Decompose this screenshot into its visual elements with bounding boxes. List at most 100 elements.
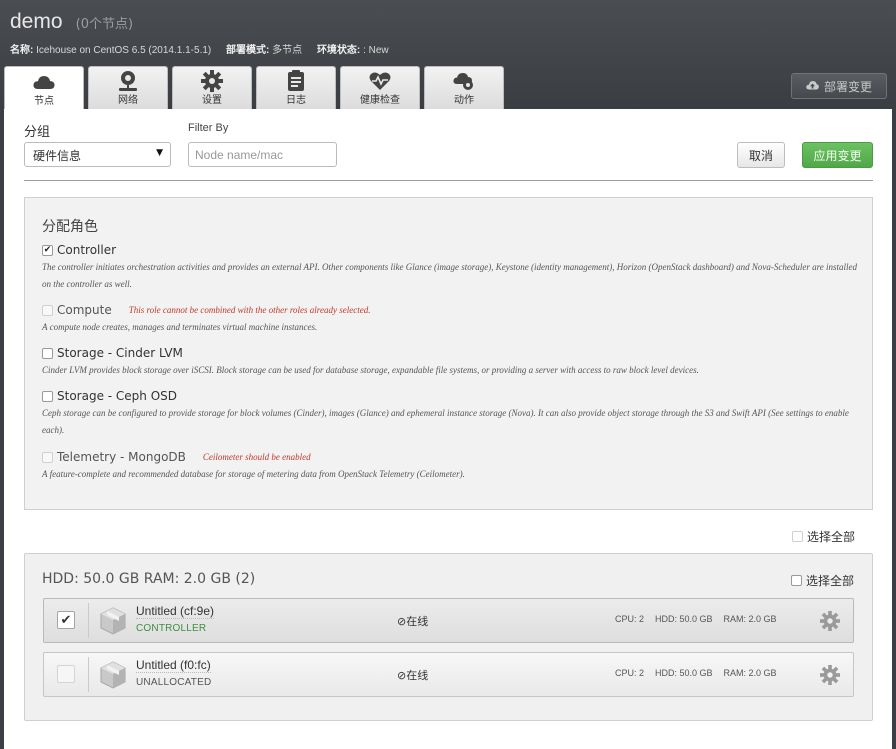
node-name-text: Untitled (cf:9e) bbox=[136, 604, 215, 619]
deploy-changes-button[interactable]: 部署变更 bbox=[791, 73, 887, 99]
network-icon bbox=[117, 70, 139, 92]
caret-down-icon: ▼ bbox=[156, 148, 163, 158]
online-icon: ⊘ bbox=[397, 669, 407, 682]
online-icon: ⊘ bbox=[397, 615, 407, 628]
group-label: 分组 bbox=[24, 125, 51, 140]
server-box-icon bbox=[100, 607, 126, 635]
tab-label: 设置 bbox=[202, 95, 222, 106]
tab-label: 健康检查 bbox=[360, 95, 400, 106]
tab-network[interactable]: 网络 bbox=[88, 66, 168, 109]
node-count: (0个节点) bbox=[75, 17, 134, 32]
tab-bar: 节点 网络 设置 日志 健康检查 动作 bbox=[4, 66, 508, 110]
select-all-group[interactable]: 选择全部 bbox=[791, 572, 854, 589]
role-warning: This role cannot be combined with the ot… bbox=[128, 305, 371, 315]
select-all-nodes[interactable]: 选择全部 bbox=[792, 528, 855, 545]
actions-icon bbox=[453, 70, 475, 92]
node-group: HDD: 50.0 GB RAM: 2.0 GB (2) 选择全部 ✔ Unti… bbox=[24, 553, 873, 721]
checkbox-checked-icon[interactable]: ✔ bbox=[42, 244, 53, 256]
tab-label: 节点 bbox=[34, 96, 54, 107]
role-telemetry-mongodb: Telemetry - MongoDB Ceilometer should be… bbox=[42, 450, 862, 483]
checkbox-icon[interactable] bbox=[42, 390, 53, 402]
node-checkbox-checked[interactable]: ✔ bbox=[57, 611, 75, 629]
filter-label: Filter By bbox=[188, 122, 229, 134]
log-icon bbox=[285, 70, 307, 92]
environment-name: demo bbox=[10, 10, 63, 33]
tab-actions[interactable]: 动作 bbox=[424, 66, 504, 109]
filter-placeholder: Node name/mac bbox=[195, 148, 284, 162]
node-checkbox[interactable] bbox=[57, 665, 75, 683]
node-status-text: 在线 bbox=[406, 615, 429, 628]
server-box-icon bbox=[100, 661, 126, 689]
node-ram: RAM: 2.0 GB bbox=[723, 614, 777, 624]
node-status: ⊘在线 bbox=[397, 667, 428, 683]
apply-changes-button[interactable]: 应用变更 bbox=[802, 142, 873, 168]
role-description: A compute node creates, manages and term… bbox=[42, 322, 318, 332]
roles-title: 分配角色 bbox=[42, 219, 98, 235]
assign-roles-panel: 分配角色 ✔ Controller The controller initiat… bbox=[24, 197, 873, 510]
node-row[interactable]: ✔ Untitled (cf:9e) CONTROLLER ⊘在线 CPU: 2… bbox=[43, 598, 854, 643]
filter-input[interactable]: Node name/mac bbox=[188, 142, 337, 167]
node-row[interactable]: Untitled (f0:fc) UNALLOCATED ⊘在线 CPU: 2 H… bbox=[43, 652, 854, 697]
cloud-icon bbox=[33, 71, 55, 93]
tab-settings[interactable]: 设置 bbox=[172, 66, 252, 109]
checkbox-icon[interactable] bbox=[42, 347, 53, 359]
select-all-label: 选择全部 bbox=[806, 574, 855, 588]
node-role: CONTROLLER bbox=[136, 623, 207, 634]
role-description: The controller initiates orchestration a… bbox=[42, 262, 858, 289]
cancel-button[interactable]: 取消 bbox=[737, 142, 785, 168]
nodes-panel: 分组 Filter By 硬件信息 ▼ Node name/mac 取消 应用变… bbox=[4, 109, 892, 749]
node-name-text: Untitled (f0:fc) bbox=[136, 658, 211, 673]
role-description: A feature-complete and recommended datab… bbox=[42, 469, 465, 479]
node-specs: CPU: 2 HDD: 50.0 GB RAM: 2.0 GB bbox=[615, 668, 788, 678]
node-name: Untitled (f0:fc) bbox=[136, 658, 211, 673]
role-compute: Compute This role cannot be combined wit… bbox=[42, 303, 862, 336]
checkbox-disabled-icon bbox=[42, 304, 53, 316]
node-group-title: HDD: 50.0 GB RAM: 2.0 GB (2) bbox=[42, 571, 256, 587]
name-value: Icehouse on CentOS 6.5 (2014.1.1-5.1) bbox=[36, 45, 212, 56]
role-name: Compute bbox=[57, 303, 112, 317]
tab-nodes[interactable]: 节点 bbox=[4, 66, 84, 110]
node-cpu: CPU: 2 bbox=[615, 614, 645, 624]
role-checkbox-label: Compute This role cannot be combined wit… bbox=[42, 303, 862, 317]
role-name: Storage - Ceph OSD bbox=[57, 389, 178, 403]
status-value: : New bbox=[363, 45, 389, 56]
tab-label: 日志 bbox=[286, 95, 306, 106]
mode-value: 多节点 bbox=[272, 45, 303, 56]
checkbox-disabled-icon bbox=[42, 451, 53, 463]
name-label: 名称: bbox=[10, 45, 34, 56]
environment-meta: 名称: Icehouse on CentOS 6.5 (2014.1.1-5.1… bbox=[10, 41, 389, 56]
gear-icon[interactable] bbox=[820, 665, 840, 685]
role-name: Controller bbox=[57, 243, 117, 257]
role-name: Storage - Cinder LVM bbox=[57, 346, 183, 360]
role-controller: ✔ Controller The controller initiates or… bbox=[42, 243, 862, 293]
tab-health-check[interactable]: 健康检查 bbox=[340, 66, 420, 109]
checkbox-icon[interactable] bbox=[792, 531, 803, 542]
role-checkbox-label: Telemetry - MongoDB Ceilometer should be… bbox=[42, 450, 862, 464]
role-warning: Ceilometer should be enabled bbox=[202, 452, 311, 462]
role-checkbox-label[interactable]: Storage - Ceph OSD bbox=[42, 389, 862, 403]
node-name: Untitled (cf:9e) bbox=[136, 604, 215, 619]
role-storage-cinder-lvm: Storage - Cinder LVM Cinder LVM provides… bbox=[42, 346, 862, 379]
cloud-upload-icon bbox=[806, 79, 819, 93]
node-status-text: 在线 bbox=[406, 669, 429, 682]
role-storage-ceph-osd: Storage - Ceph OSD Ceph storage can be c… bbox=[42, 389, 862, 439]
role-checkbox-label[interactable]: ✔ Controller bbox=[42, 243, 862, 257]
node-hdd: HDD: 50.0 GB bbox=[655, 668, 713, 678]
deploy-label: 部署变更 bbox=[823, 79, 872, 94]
node-status: ⊘在线 bbox=[397, 613, 428, 629]
checkbox-icon[interactable] bbox=[791, 575, 802, 586]
gear-icon bbox=[201, 70, 223, 92]
divider bbox=[24, 180, 873, 181]
node-cpu: CPU: 2 bbox=[615, 668, 645, 678]
role-name: Telemetry - MongoDB bbox=[57, 450, 186, 464]
node-specs: CPU: 2 HDD: 50.0 GB RAM: 2.0 GB bbox=[615, 614, 788, 624]
divider bbox=[88, 657, 89, 692]
divider bbox=[88, 603, 89, 638]
tab-logs[interactable]: 日志 bbox=[256, 66, 336, 109]
environment-title: demo (0个节点) bbox=[10, 10, 133, 34]
role-description: Ceph storage can be configured to provid… bbox=[42, 408, 849, 435]
group-by-select[interactable]: 硬件信息 ▼ bbox=[24, 142, 171, 167]
node-ram: RAM: 2.0 GB bbox=[723, 668, 777, 678]
gear-icon[interactable] bbox=[820, 611, 840, 631]
role-checkbox-label[interactable]: Storage - Cinder LVM bbox=[42, 346, 862, 360]
